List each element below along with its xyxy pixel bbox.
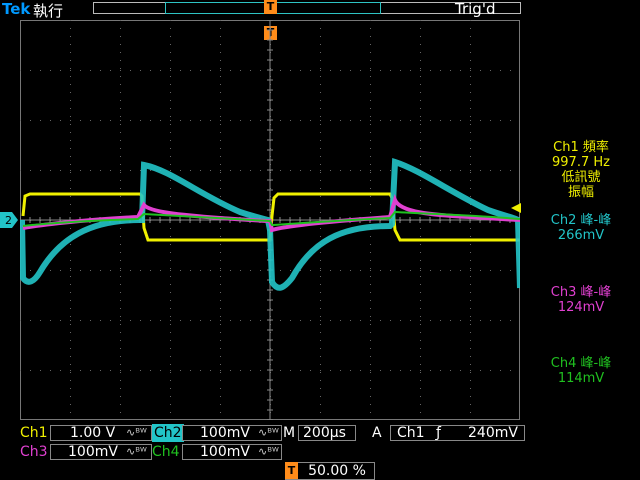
measurement-value: 266mV	[557, 228, 605, 243]
trigger-position-icon: T	[285, 462, 298, 479]
ch3-label[interactable]: Ch3	[20, 443, 52, 461]
ch4-scale: 100mV	[200, 444, 250, 460]
timebase-value: 200µs	[303, 425, 346, 441]
measurement-note: 振幅	[567, 185, 594, 200]
measurement-value: 997.7 Hz	[552, 155, 610, 170]
trigger-position-icon: T	[264, 0, 277, 14]
trigger-status: Trig'd	[455, 0, 496, 18]
measurement-title: Ch4 峰-峰	[550, 356, 612, 371]
ch2-marker-label: 2	[5, 214, 12, 227]
timebase-label: M	[283, 425, 296, 441]
ch1-bandwidth-icon: ∿ᴮᵂ	[126, 426, 147, 439]
ch1-label[interactable]: Ch1	[20, 424, 52, 442]
measurement-title: Ch1 頻率	[553, 140, 609, 155]
measurement-note: 低訊號	[561, 170, 601, 185]
acquisition-mode: 執行	[33, 2, 64, 20]
measurement-ch3-pkpk[interactable]: Ch3 峰-峰 124mV	[522, 285, 640, 315]
measurement-ch4-pkpk[interactable]: Ch4 峰-峰 114mV	[522, 356, 640, 386]
ch1-scale: 1.00 V	[70, 425, 116, 441]
bottom-row-2: Ch3 100mV ∿ᴮᵂ Ch4 100mV ∿ᴮᵂ	[0, 443, 640, 461]
measurement-value: 124mV	[557, 300, 605, 315]
measurement-title: Ch2 峰-峰	[550, 213, 612, 228]
measurement-ch1-frequency[interactable]: Ch1 頻率 997.7 Hz 低訊號 振幅	[522, 140, 640, 200]
measurement-title: Ch3 峰-峰	[550, 285, 612, 300]
trigger-level-marker[interactable]	[511, 203, 521, 213]
waveform-display	[20, 20, 520, 420]
ch2-ground-marker[interactable]: 2	[0, 212, 18, 228]
trigger-position-box[interactable]: 50.00 %	[285, 462, 375, 480]
measurement-value: 114mV	[557, 371, 605, 386]
ch3-scale: 100mV	[68, 444, 118, 460]
ch4-label[interactable]: Ch4	[152, 443, 184, 461]
trigger-type: A	[372, 425, 382, 441]
brand-logo: Tek	[2, 0, 31, 18]
status-bar: Tek 執行 T Trig'd	[0, 0, 640, 20]
ch3-bandwidth-icon: ∿ᴮᵂ	[126, 445, 147, 458]
trigger-source: Ch1	[397, 425, 425, 441]
ch2-bandwidth-icon: ∿ᴮᵂ	[258, 426, 279, 439]
ch2-label[interactable]: Ch2	[152, 424, 184, 442]
measurement-ch2-pkpk[interactable]: Ch2 峰-峰 266mV	[522, 213, 640, 243]
trigger-position-percent: 50.00 %	[308, 463, 366, 479]
ch2-scale: 100mV	[200, 425, 250, 441]
ch4-bandwidth-icon: ∿ᴮᵂ	[258, 445, 279, 458]
bottom-row-1: Ch1 1.00 V ∿ᴮᵂ Ch2 100mV ∿ᴮᵂ M 200µs A C…	[0, 424, 640, 442]
trigger-slope-icon: ƒ	[436, 425, 441, 441]
trigger-level: 240mV	[468, 425, 518, 441]
